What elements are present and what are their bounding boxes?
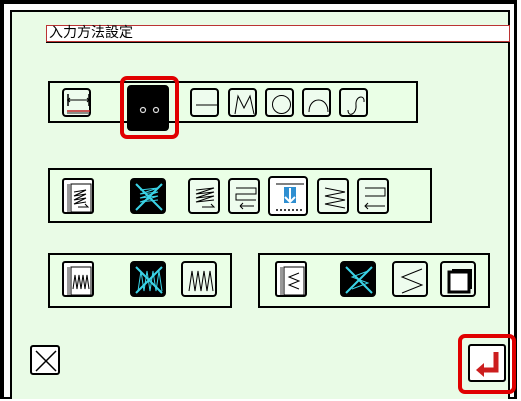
cancel-button[interactable] [30, 345, 60, 375]
no-fill-icon[interactable] [130, 178, 166, 214]
two-point-icon[interactable] [127, 85, 169, 131]
zigzag-stitch-icon[interactable] [181, 261, 217, 297]
edge-none-icon[interactable] [340, 261, 376, 297]
curve-icon[interactable] [339, 88, 368, 117]
title-underline [46, 42, 510, 43]
frame-shadow-icon[interactable] [440, 261, 476, 297]
enter-icon [476, 352, 499, 377]
zigzag-none-icon[interactable] [130, 261, 166, 297]
edge-page-icon[interactable] [275, 261, 307, 297]
edge-stitch-icon[interactable] [392, 261, 428, 297]
zigzag-page-icon[interactable] [62, 261, 94, 297]
fill-turn-icon[interactable] [357, 178, 389, 214]
page-title: 入力方法設定 [46, 25, 510, 42]
fill-start-down-icon[interactable] [268, 176, 308, 216]
zigzag-icon[interactable] [228, 88, 257, 117]
circle-icon[interactable] [265, 88, 294, 117]
enter-button[interactable] [468, 344, 506, 382]
measure-width-icon[interactable] [62, 88, 91, 117]
arc-icon[interactable] [302, 88, 331, 117]
fill-pattern-page-icon[interactable] [62, 178, 94, 214]
fill-stitch-icon[interactable] [188, 178, 220, 214]
straight-line-icon[interactable] [190, 88, 219, 117]
fill-diagonal-icon[interactable] [317, 178, 349, 214]
fill-rectangle-icon[interactable] [228, 178, 260, 214]
close-icon [35, 350, 57, 372]
